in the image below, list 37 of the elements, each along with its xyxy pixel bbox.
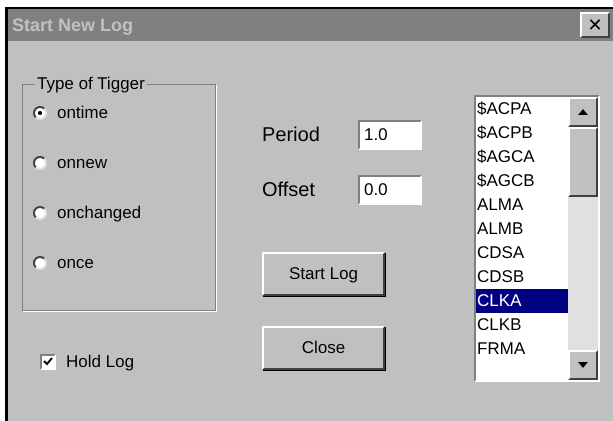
checkmark-icon: [43, 357, 53, 366]
input-field[interactable]: 1.0: [358, 120, 422, 150]
scroll-up-button[interactable]: [568, 97, 598, 127]
checkbox-label: Hold Log: [66, 351, 134, 373]
list-item[interactable]: ALMA: [476, 193, 568, 217]
dialog-button[interactable]: Start Log: [262, 252, 385, 296]
radio-label: onnew: [57, 152, 108, 174]
dialog-button[interactable]: Close: [262, 326, 385, 370]
list-item[interactable]: CDSA: [476, 241, 568, 265]
group-title: Type of Tigger: [35, 74, 147, 94]
input-field[interactable]: 0.0: [358, 175, 422, 205]
radio-label: ontime: [57, 102, 108, 124]
radio-button[interactable]: [33, 106, 47, 120]
list-item[interactable]: $ACPA: [476, 97, 568, 121]
list-item[interactable]: $ACPB: [476, 121, 568, 145]
list-item[interactable]: CDSB: [476, 265, 568, 289]
scrollbar[interactable]: [568, 97, 598, 380]
window-title: Start New Log: [12, 14, 134, 37]
scroll-down-button[interactable]: [568, 350, 598, 380]
radio-button[interactable]: [33, 256, 47, 270]
list-item[interactable]: ALMB: [476, 217, 568, 241]
scroll-thumb[interactable]: [568, 127, 598, 197]
list-item[interactable]: CLKB: [476, 313, 568, 337]
close-button[interactable]: ✕: [580, 12, 610, 38]
up-arrow-icon: [578, 109, 588, 115]
list-item[interactable]: $AGCB: [476, 169, 568, 193]
checkbox[interactable]: [40, 354, 56, 370]
list-item[interactable]: FRMA: [476, 337, 568, 361]
radio-button[interactable]: [33, 206, 47, 220]
list-item[interactable]: CLKA: [476, 289, 568, 313]
radio-button[interactable]: [33, 156, 47, 170]
list-item[interactable]: $AGCA: [476, 145, 568, 169]
radio-label: once: [57, 252, 94, 274]
field-label: Offset: [262, 178, 316, 203]
down-arrow-icon: [578, 362, 588, 368]
radio-label: onchanged: [57, 202, 142, 224]
field-label: Period: [262, 123, 321, 148]
